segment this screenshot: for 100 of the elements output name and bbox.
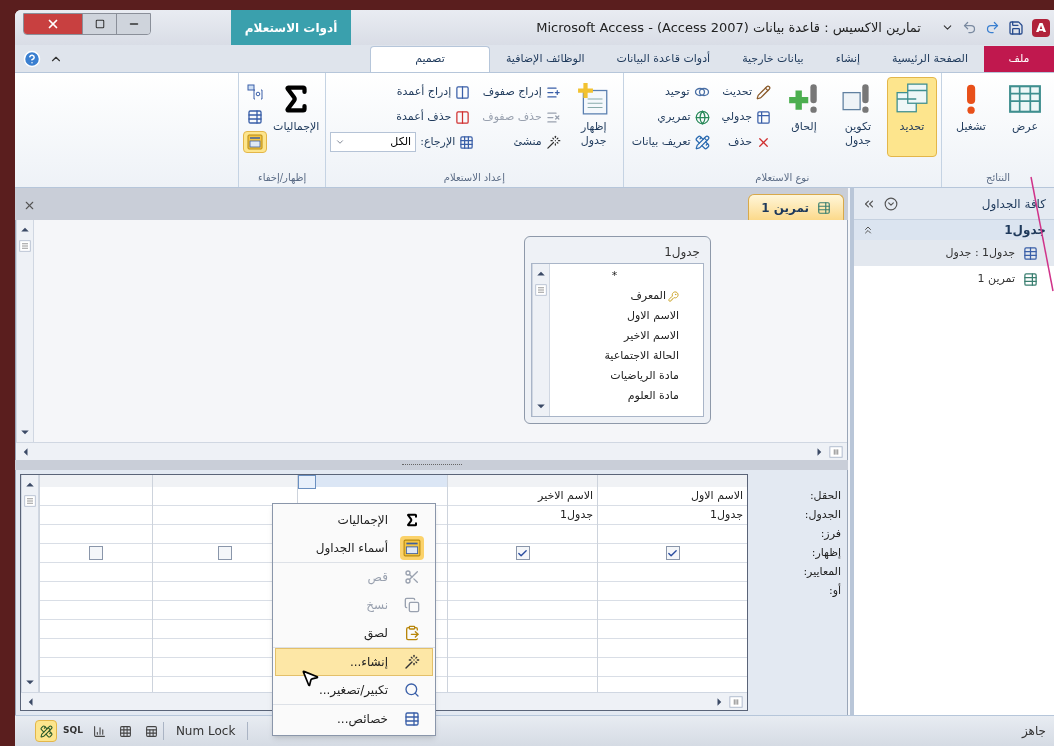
ribbon-tab[interactable]: إنشاء [819,46,877,72]
scissors-icon [404,569,420,585]
close-icon[interactable] [23,199,36,212]
ribbon-tab[interactable]: الوظائف الإضافية [489,46,601,72]
save-icon[interactable] [1008,19,1024,36]
ribbon-tab[interactable]: أدوات قاعدة البيانات [600,46,727,72]
menu-item[interactable]: الإجماليات [275,506,433,534]
magnifier-icon [404,682,420,698]
wand-icon [404,654,420,670]
ribbon-button[interactable]: إظهار جدول [568,77,619,157]
ribbon-tab[interactable]: بيانات خارجية [726,46,820,72]
row-label: الجدول: [803,507,841,523]
show-checkbox[interactable] [218,546,232,560]
undo-icon[interactable] [962,20,977,35]
check-icon [667,547,678,559]
ribbon-small-button[interactable]: تعريف بيانات [627,131,714,153]
dropdown-icon[interactable] [884,196,898,211]
group-label: إعداد الاستعلام [442,171,507,186]
ribbon-tab[interactable]: الصفحة الرئيسية [876,46,984,72]
grid-cell[interactable]: جدول1 [598,506,747,525]
scroll-thumb-icon [19,240,31,252]
ribbon-small-button[interactable]: حذف [717,131,775,153]
field-list-item[interactable]: الحالة الاجتماعية [550,346,703,366]
delete-rows-icon [545,109,561,125]
property-sheet-icon [247,109,264,125]
globe-icon [694,109,710,125]
column-selector[interactable] [298,475,447,487]
field-list-item[interactable]: الاسم الاخير [550,326,703,346]
ribbon-small-button[interactable]: إدراج أعمدة [330,81,475,103]
grid-cell[interactable] [448,544,597,563]
view-button[interactable]: SQL [61,720,85,742]
grid-cell[interactable]: الاسم الاخير [448,487,597,506]
view-button[interactable] [35,720,57,742]
collapse-icon [862,224,874,236]
key-icon [668,290,679,302]
close-button[interactable] [24,13,82,34]
field-list-title: جدول1 [663,244,701,261]
grid-cell[interactable]: جدول1 [448,506,597,525]
datasheet-view-icon [145,724,159,738]
ribbon-button[interactable]: تكوين جدول [833,77,883,157]
pivot-view-icon [119,724,133,738]
ribbon-button[interactable]: تشغيل [946,77,996,157]
toggle-button[interactable] [243,131,268,153]
menu-item[interactable]: تكبير/تصغير... [275,676,433,704]
field-list-item[interactable]: المعرف [550,286,703,306]
status-text: جاهز [1021,723,1046,740]
return-label: الإرجاع: [420,133,456,150]
field-list-item[interactable]: الاسم الاول [550,306,703,326]
ribbon-tab[interactable]: ملف [984,46,1054,72]
ribbon-small-button[interactable]: توحيد [627,81,714,103]
parameters-icon [247,84,264,100]
show-checkbox[interactable] [515,546,530,560]
grid-cell[interactable] [40,544,152,563]
return-dropdown[interactable]: الكل [330,132,417,152]
caret-icon [335,137,346,147]
group-label: إظهار/إخفاء [257,171,308,186]
ribbon-small-button[interactable]: منشئ [478,131,565,153]
field-list-item[interactable]: * [550,266,703,286]
check-icon [517,547,528,559]
chart-view-icon [93,724,107,738]
ribbon-small-button[interactable]: حذف أعمدة [330,106,475,128]
row-label: فرز: [819,526,841,542]
insert-columns-icon [455,84,471,100]
redo-icon[interactable] [985,20,1000,35]
ribbon-button[interactable]: الإجماليات [271,77,322,157]
ribbon-button[interactable]: تحديد [887,77,937,157]
copy-icon [404,597,420,613]
ribbon-small-button[interactable]: إدراج صفوف [478,81,565,103]
menu-item[interactable]: خصائص... [275,705,433,733]
show-checkbox[interactable] [89,546,103,560]
help-icon[interactable] [23,50,41,68]
menu-item[interactable]: لصق [275,619,433,647]
document-tab[interactable]: تمرين 1 [748,194,844,220]
menu-item[interactable]: أسماء الجداول [275,534,433,562]
menu-item[interactable]: إنشاء... [275,648,433,676]
show-checkbox[interactable] [665,546,680,560]
ribbon-small-button[interactable]: تمريري [627,106,714,128]
ribbon-tab[interactable]: تصميم [369,46,490,72]
field-list-item[interactable]: مادة العلوم [550,386,703,406]
ribbon-button[interactable]: عرض [1000,77,1050,157]
grid-cell[interactable]: الاسم الاول [598,487,747,506]
delete-columns-icon [455,109,471,125]
window-title: تمارين الاكسيس : قاعدة بيانات (Access 2007) - Microsoft Access [536,18,921,38]
field-list-item[interactable]: مادة الرياضيات [550,366,703,386]
row-label: أو: [827,583,841,599]
paste-icon [404,625,420,641]
ribbon-small-button[interactable]: تحديث [717,81,775,103]
wand-icon [545,134,561,150]
nav-item[interactable]: جدول1 : جدول [854,240,1054,266]
ribbon-small-button[interactable]: جدولي [717,106,775,128]
contextual-tab-header: أدوات الاستعلام [231,10,351,45]
maximize-icon [94,18,105,29]
mouse-pointer-icon [300,668,320,688]
grid-cell[interactable] [598,544,747,563]
nav-item[interactable]: تمرين 1 [854,266,1054,292]
maximize-button[interactable] [82,13,116,34]
properties-icon [404,711,420,727]
minimize-button[interactable] [116,13,150,34]
row-label: المعايير: [802,564,841,580]
ribbon-button[interactable]: إلحاق [779,77,829,157]
